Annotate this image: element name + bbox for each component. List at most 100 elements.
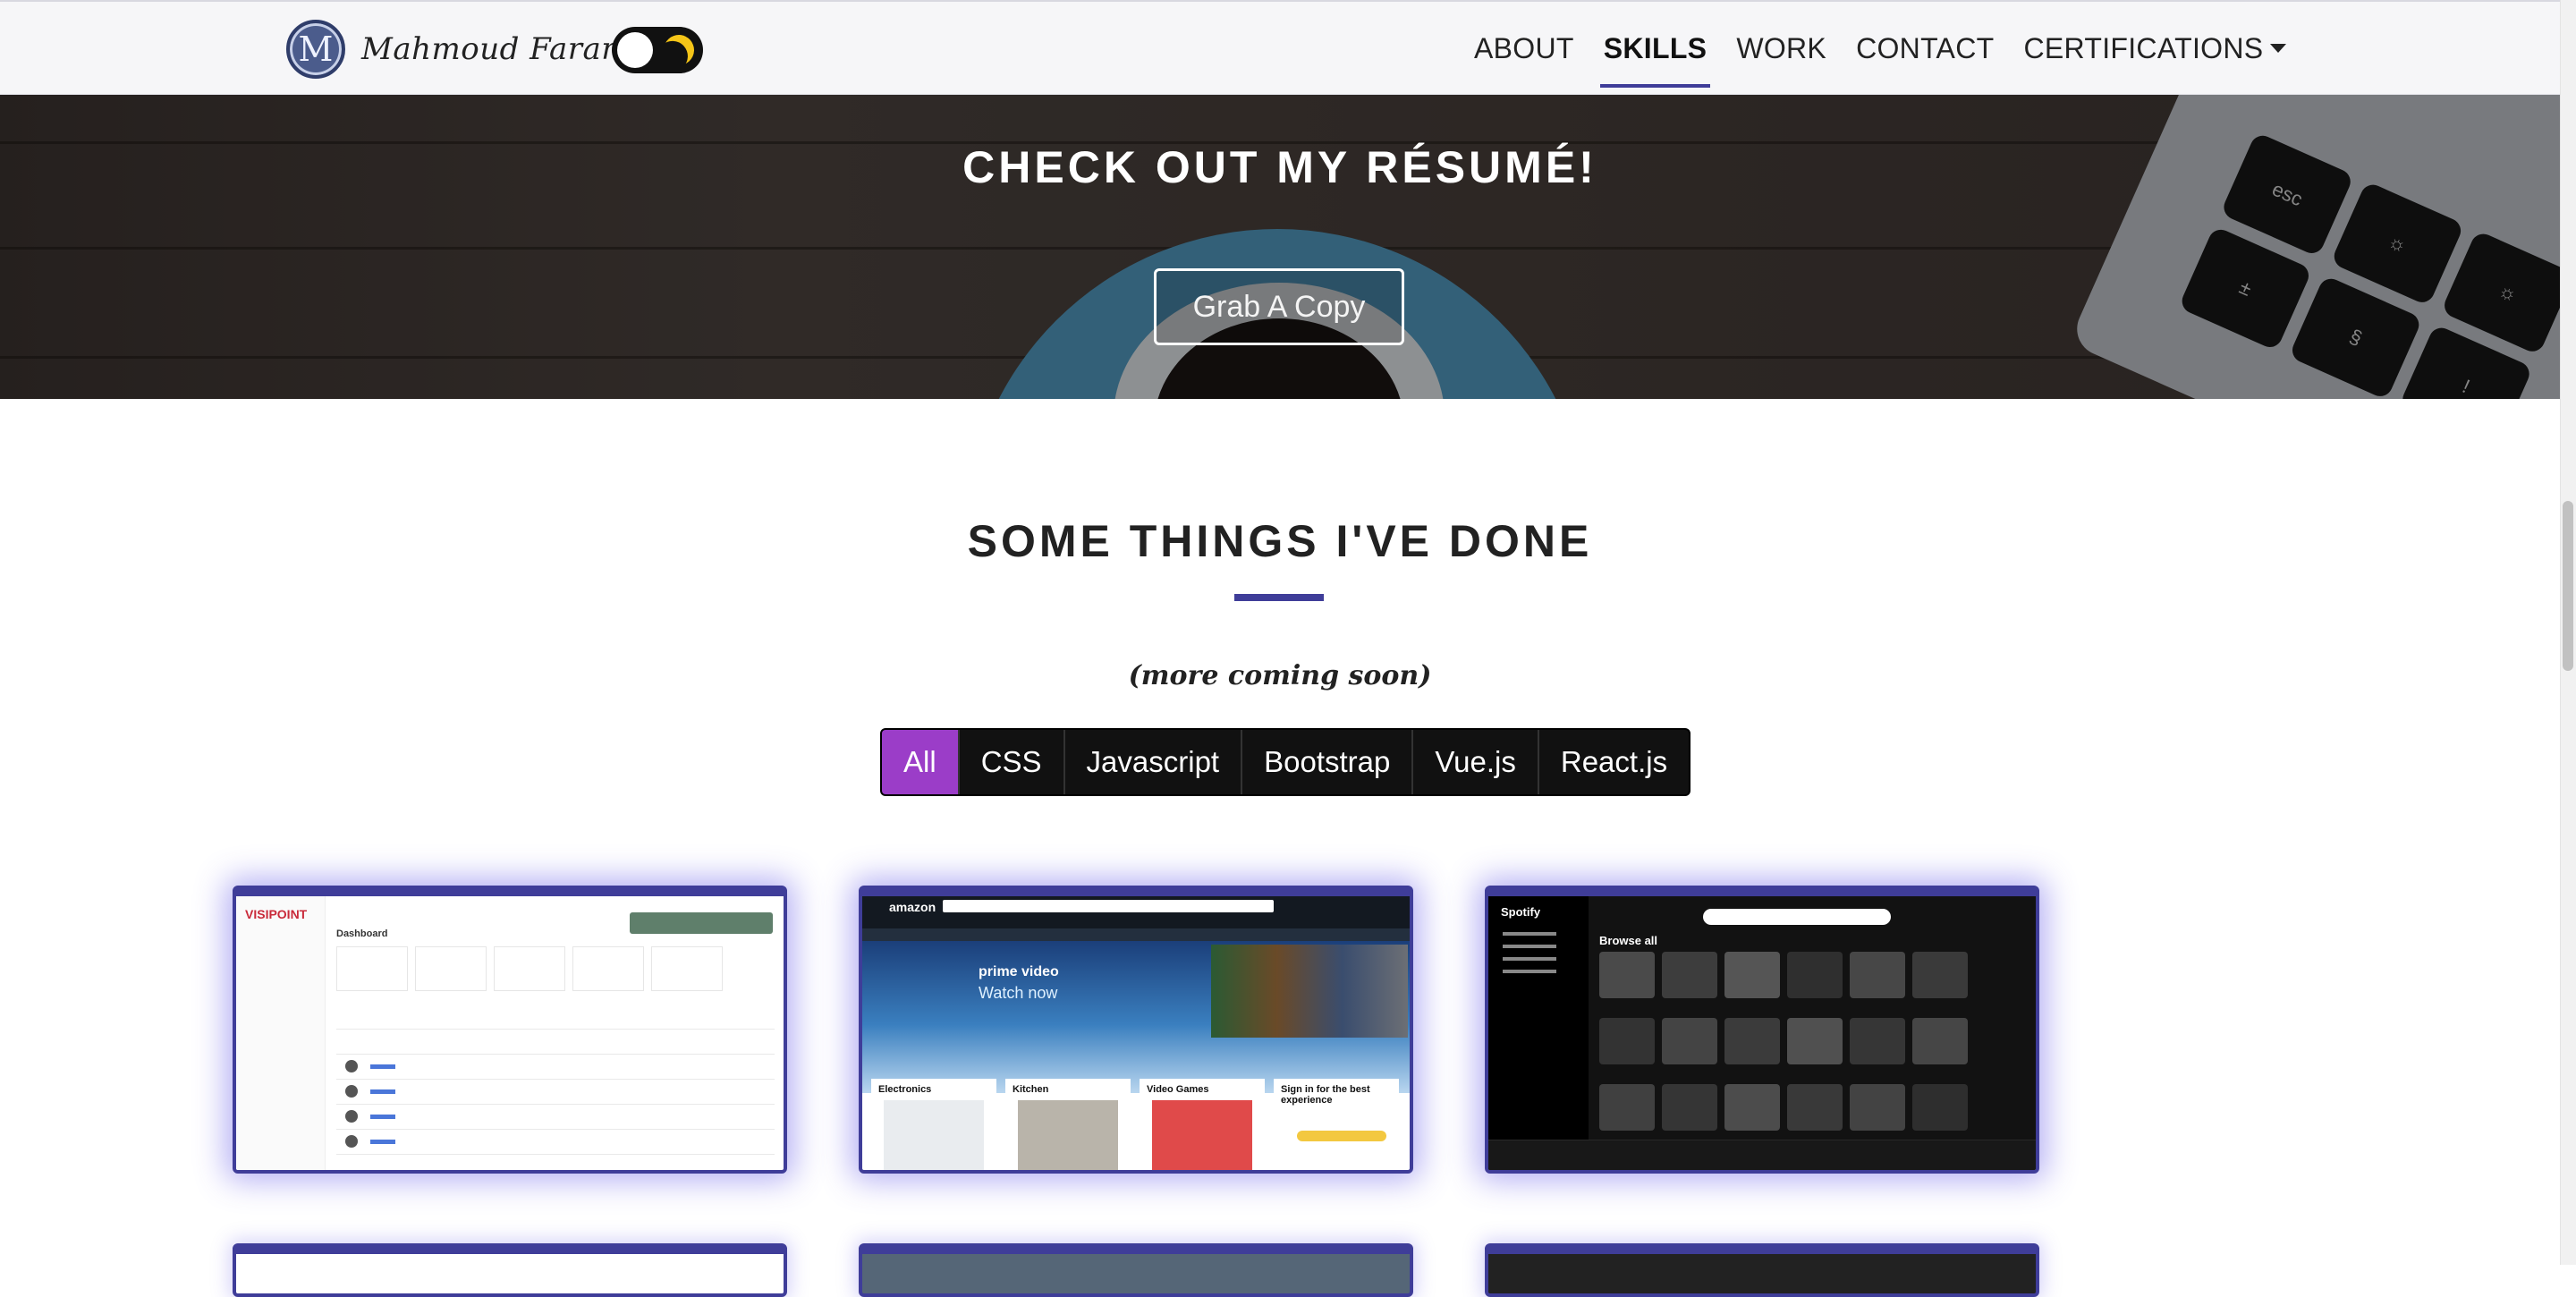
category-tile: Kitchen (1005, 1079, 1131, 1170)
navbar: M Mahmoud Farargy ABOUT SKILLS WORK CONT… (0, 0, 2560, 95)
category-image (1018, 1100, 1118, 1170)
brand-name[interactable]: Mahmoud Farargy (361, 31, 654, 67)
hero-title: CHECK OUT MY RÉSUMÉ! (962, 142, 1597, 192)
project-card[interactable] (233, 1243, 787, 1297)
genre-tile (1787, 952, 1843, 998)
category-tile: Video Games (1140, 1079, 1265, 1170)
stat-card (651, 946, 723, 991)
genre-tile (1850, 952, 1905, 998)
genre-tile (1662, 1084, 1717, 1131)
user-avatar-icon (345, 1110, 358, 1123)
brand-avatar[interactable]: M (286, 20, 345, 79)
scrollbar-thumb[interactable] (2563, 501, 2573, 671)
project-card-spotify[interactable]: Spotify Browse all (1485, 886, 2039, 1174)
user-avatar-icon (345, 1085, 358, 1098)
stat-card (336, 946, 408, 991)
caret-down-icon (2270, 44, 2287, 53)
filter-javascript[interactable]: Javascript (1065, 730, 1243, 794)
amazon-logo: amazon (889, 900, 936, 914)
stat-card (415, 946, 487, 991)
stat-card (494, 946, 565, 991)
filter-vuejs[interactable]: Vue.js (1413, 730, 1539, 794)
genre-tile (1850, 1018, 1905, 1064)
filter-reactjs[interactable]: React.js (1539, 730, 1689, 794)
user-avatar-icon (345, 1135, 358, 1148)
filter-bootstrap[interactable]: Bootstrap (1242, 730, 1414, 794)
project-card-visipoint[interactable]: VISIPOINT Dashboard (233, 886, 787, 1174)
nav-dropdown-certifications[interactable]: CERTIFICATIONS (2023, 2, 2287, 95)
project-card[interactable] (859, 1243, 1413, 1297)
genre-tile (1787, 1084, 1843, 1131)
user-avatar-icon (345, 1060, 358, 1072)
spotify-player-bar (1488, 1140, 2036, 1170)
filter-css[interactable]: CSS (960, 730, 1065, 794)
project-card-amazon[interactable]: amazon prime video Watch now Electronics… (859, 886, 1413, 1174)
dark-mode-toggle[interactable] (612, 27, 703, 73)
genre-tile (1662, 1018, 1717, 1064)
page-scrollbar[interactable] (2560, 0, 2576, 1265)
genre-tile (1599, 952, 1655, 998)
project-filter-bar: All CSS Javascript Bootstrap Vue.js Reac… (880, 728, 1691, 796)
category-label: Video Games (1147, 1084, 1209, 1095)
row-link (370, 1140, 395, 1144)
title-underline (1234, 594, 1324, 601)
table-row (336, 1129, 775, 1130)
row-link (370, 1115, 395, 1119)
category-label: Sign in for the best experience (1281, 1084, 1370, 1106)
genre-tile (1662, 952, 1717, 998)
spotify-sidebar (1488, 896, 1589, 1170)
row-link (370, 1064, 395, 1069)
nav-link-contact[interactable]: CONTACT (1856, 2, 1994, 95)
moon-icon (659, 30, 699, 70)
spotify-search-input (1703, 909, 1891, 925)
table-row (336, 1054, 775, 1055)
sidebar-menu-item (1503, 945, 1556, 948)
nav-links: ABOUT SKILLS WORK CONTACT CERTIFICATIONS (1474, 2, 2316, 95)
dashboard-sidebar (236, 896, 326, 1170)
sidebar-menu-item (1503, 932, 1556, 936)
dashboard-heading: Dashboard (336, 928, 388, 939)
visipoint-logo: VISIPOINT (245, 907, 308, 921)
watch-now-label: Watch now (979, 984, 1058, 1002)
genre-tile (1912, 1018, 1968, 1064)
grab-resume-button[interactable]: Grab A Copy (1154, 268, 1404, 345)
table-row (336, 1104, 775, 1105)
stat-card (572, 946, 644, 991)
category-tile: Electronics (871, 1079, 996, 1170)
filter-all[interactable]: All (882, 730, 960, 794)
projects-subtitle: (more coming soon) (1128, 660, 1432, 691)
genre-tile (1912, 952, 1968, 998)
row-link (370, 1089, 395, 1094)
nav-link-work[interactable]: WORK (1736, 2, 1826, 95)
spotify-logo: Spotify (1501, 905, 1541, 919)
amazon-search-bar (943, 900, 1274, 912)
hero-overlay (0, 95, 2560, 399)
prime-video-label: prime video (979, 964, 1059, 979)
category-tile: Sign in for the best experience (1274, 1079, 1399, 1170)
category-image (1152, 1100, 1252, 1170)
genre-tile (1787, 1018, 1843, 1064)
project-card[interactable] (1485, 1243, 2039, 1297)
genre-tile (1724, 1018, 1780, 1064)
nav-link-skills[interactable]: SKILLS (1599, 2, 1710, 95)
nav-link-about[interactable]: ABOUT (1474, 2, 1574, 95)
amazon-subnav (862, 928, 1410, 941)
brand[interactable]: M Mahmoud Farargy (286, 20, 654, 79)
genre-tile (1724, 1084, 1780, 1131)
browse-all-heading: Browse all (1599, 934, 1658, 947)
toast-notification (630, 912, 773, 934)
genre-tile (1599, 1084, 1655, 1131)
table-row (336, 1154, 775, 1155)
sidebar-menu-item (1503, 957, 1556, 961)
genre-tile (1724, 952, 1780, 998)
category-image (884, 1100, 984, 1170)
table-row (336, 1079, 775, 1080)
sidebar-menu-item (1503, 970, 1556, 973)
table-row (336, 1029, 775, 1030)
toggle-knob (617, 32, 653, 68)
category-label: Kitchen (1013, 1084, 1049, 1095)
genre-tile (1912, 1084, 1968, 1131)
movie-posters (1211, 945, 1408, 1038)
genre-tile (1599, 1018, 1655, 1064)
sign-in-button (1297, 1131, 1386, 1141)
